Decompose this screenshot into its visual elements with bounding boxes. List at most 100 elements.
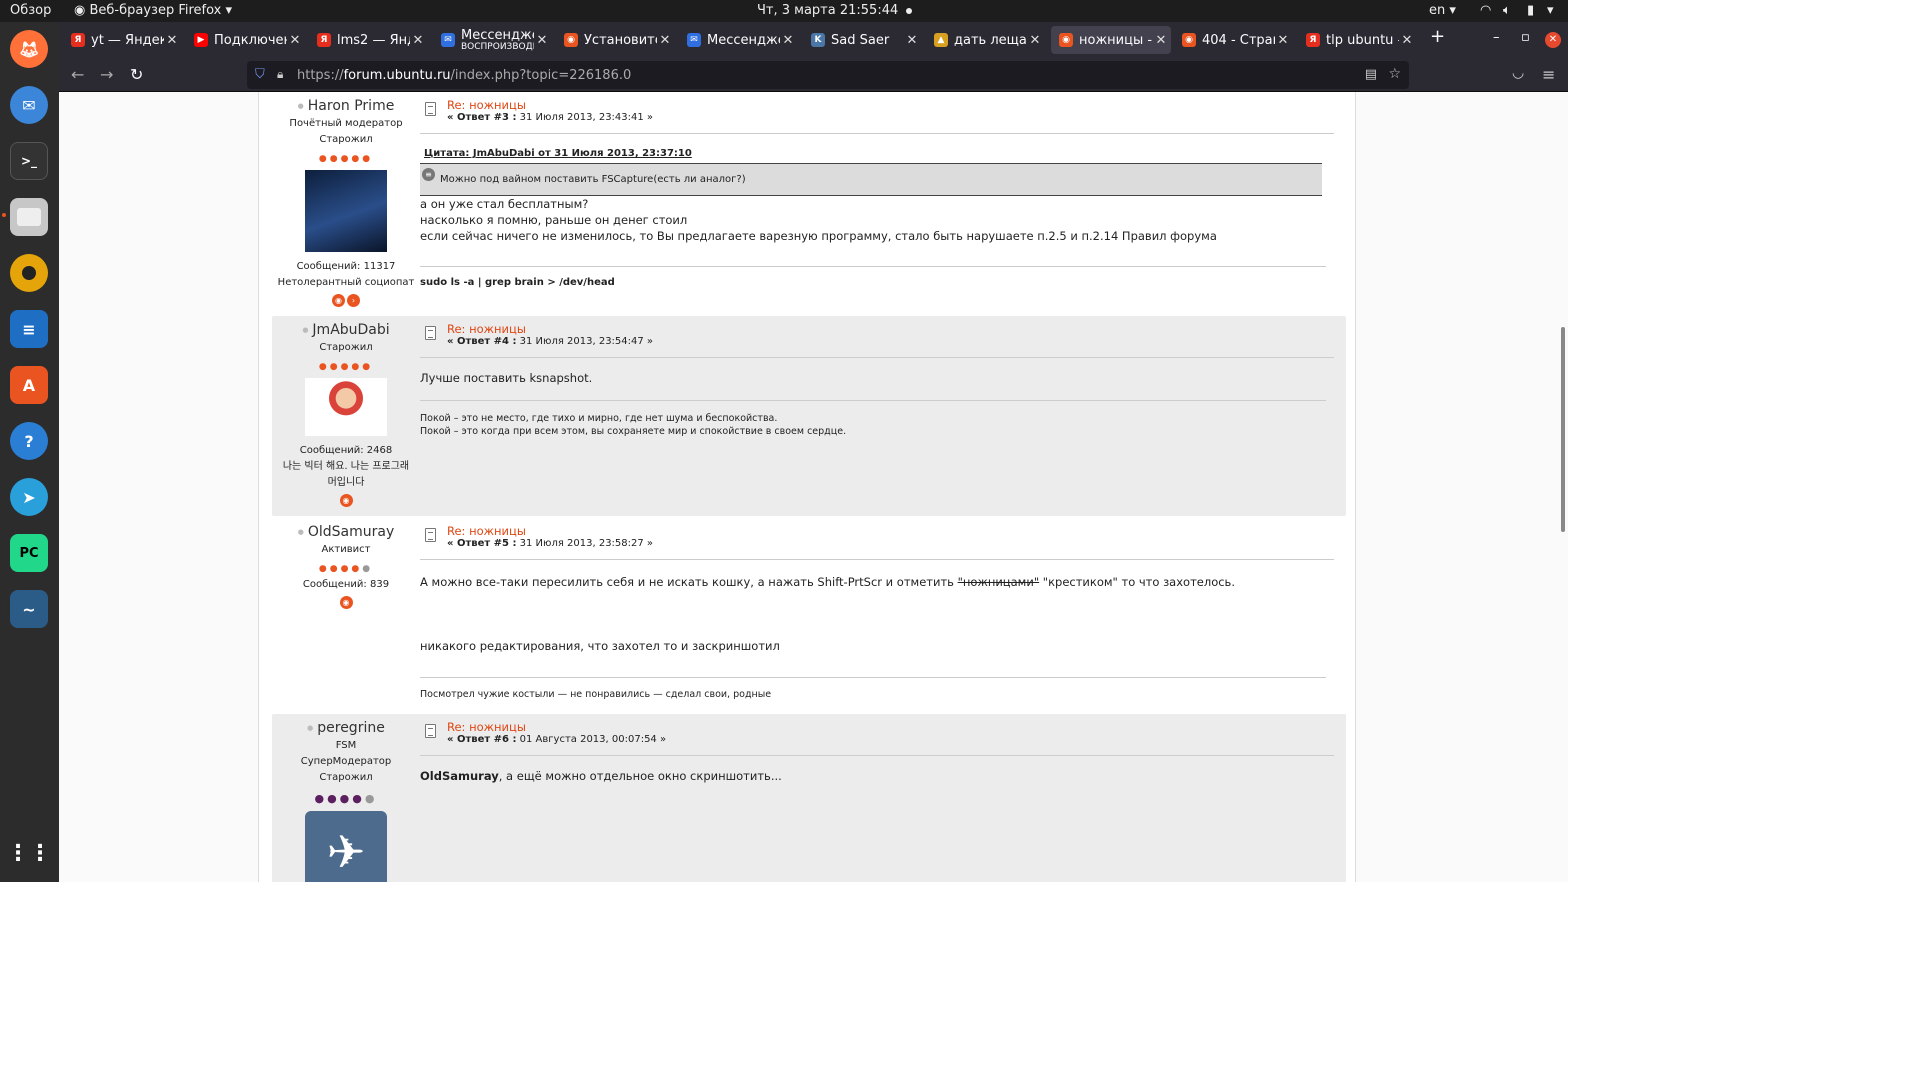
ubuntu-badge-icon[interactable]: ◉ xyxy=(332,294,345,307)
messenger-icon: ✉ xyxy=(441,33,455,47)
close-tab-icon[interactable]: ✕ xyxy=(1027,33,1043,48)
close-tab-icon[interactable]: ✕ xyxy=(904,33,920,48)
close-tab-icon[interactable]: ✕ xyxy=(1275,33,1291,48)
firefox-icon[interactable]: 🦊︎ xyxy=(10,30,48,68)
ubuntu-badge-icon[interactable]: ◉ xyxy=(339,494,353,507)
battery-icon[interactable]: ▮ xyxy=(1527,3,1534,18)
personal-text: 머입니다 xyxy=(327,477,365,488)
avatar[interactable] xyxy=(305,170,387,252)
poster-rank: Активист xyxy=(321,544,371,555)
poster-info: OldSamuray Активист ●●●●● Сообщений: 839 ◉ xyxy=(272,518,420,609)
app-menu[interactable]: ◉ Веб-браузер Firefox ▾ xyxy=(74,3,232,18)
rank-stars-filled: ●●●● xyxy=(314,792,365,805)
poster-name[interactable]: JmAbuDabi xyxy=(272,322,420,338)
tab-5[interactable]: ◉ Установите и✕ xyxy=(556,26,675,54)
tab-7[interactable]: K Sad Saer ✕ xyxy=(803,26,922,54)
dock: 🦊︎ ✉ >_ ≡ A ? ➤ PC ~ ⋮⋮ xyxy=(0,22,59,882)
post-body: Re: ножницы « Ответ #5 : 31 Июля 2013, 23… xyxy=(420,518,1334,701)
close-window-icon[interactable]: ✕ xyxy=(1545,32,1561,48)
post-date: 31 Июля 2013, 23:58:27 » xyxy=(519,538,654,549)
forum-post: peregrine FSM СуперМодератор Старожил ●●●●● ✈… xyxy=(272,714,1346,882)
pocket-icon[interactable]: ◡ xyxy=(1512,65,1524,81)
close-tab-icon[interactable]: ✕ xyxy=(410,33,426,48)
language-indicator[interactable]: en ▾ xyxy=(1429,3,1456,18)
ubuntu-icon: ◉ xyxy=(1059,33,1073,47)
menu-icon[interactable]: ≡ xyxy=(1542,65,1555,84)
reload-icon[interactable]: ↻ xyxy=(130,65,143,84)
tab-1[interactable]: Яyt — Яндекс: н✕ xyxy=(63,26,182,54)
yandex-icon: Я xyxy=(1306,33,1320,47)
minimize-icon[interactable]: – xyxy=(1493,30,1500,45)
tab-9[interactable]: ◉ ножницы - Ub✕ xyxy=(1051,26,1171,54)
close-tab-icon[interactable]: ✕ xyxy=(534,33,550,48)
personal-text: Нетолерантный социопат xyxy=(277,277,415,288)
tab-6[interactable]: ✉ Мессенджер✕ xyxy=(679,26,798,54)
close-tab-icon[interactable]: ✕ xyxy=(164,33,180,48)
wifi-icon[interactable]: ◠ xyxy=(1480,3,1491,18)
url-bar[interactable]: ⛉ 🔒︎ https://forum.ubuntu.ru/index.php?t… xyxy=(247,61,1409,89)
url-text[interactable]: https://forum.ubuntu.ru/index.php?topic=… xyxy=(297,68,631,83)
terminal-icon[interactable]: >_ xyxy=(10,142,48,180)
poster-name[interactable]: OldSamuray xyxy=(272,524,420,540)
close-tab-icon[interactable]: ✕ xyxy=(287,33,303,48)
tab-3[interactable]: Яlms2 — Яндекс✕ xyxy=(309,26,428,54)
post-title-link[interactable]: Re: ножницы xyxy=(447,524,526,538)
tab-10[interactable]: ◉ 404 - Страниц✕ xyxy=(1174,26,1293,54)
post-meta: « Ответ #5 : 31 Июля 2013, 23:58:27 » xyxy=(447,538,653,549)
system-menu-icon[interactable]: ▾ xyxy=(1547,3,1554,18)
mysql-workbench-icon[interactable]: ~ xyxy=(10,590,48,628)
post-header: Re: ножницы « Ответ #4 : 31 Июля 2013, 23… xyxy=(420,316,1334,358)
post-body: Re: ножницы « Ответ #6 : 01 Августа 2013,… xyxy=(420,714,1334,784)
tab-label: 404 - Страниц xyxy=(1202,32,1275,48)
activities-button[interactable]: Обзор xyxy=(10,3,51,18)
maximize-icon[interactable]: ▫ xyxy=(1521,30,1530,45)
tab-4[interactable]: ✉ МессенджерВОСПРОИЗВОДИТ✕ xyxy=(433,26,552,54)
navigation-toolbar: ← → ↻ ⛉ 🔒︎ https://forum.ubuntu.ru/index… xyxy=(59,58,1568,92)
writer-icon[interactable]: ≡ xyxy=(10,310,48,348)
tab-8[interactable]: ▲ дать леща сл✕ xyxy=(926,26,1045,54)
show-apps-icon[interactable]: ⋮⋮ xyxy=(7,834,51,872)
forward-icon[interactable]: → xyxy=(100,65,113,84)
close-tab-icon[interactable]: ✕ xyxy=(780,33,796,48)
post-body: Re: ножницы « Ответ #4 : 31 Июля 2013, 23… xyxy=(420,316,1334,438)
avatar[interactable] xyxy=(305,378,387,436)
close-tab-icon[interactable]: ✕ xyxy=(1153,33,1169,48)
system-top-bar: Обзор ◉ Веб-браузер Firefox ▾ Чт, 3 март… xyxy=(0,0,1568,22)
tracking-shield-icon[interactable]: ⛉ xyxy=(255,67,265,82)
signature: Покой – это не место, где тихо и мирно, … xyxy=(420,400,1326,438)
lock-icon[interactable]: 🔒︎ xyxy=(277,67,283,82)
post-title-link[interactable]: Re: ножницы xyxy=(447,98,526,112)
poster-name[interactable]: peregrine xyxy=(272,720,420,736)
thunderbird-icon[interactable]: ✉ xyxy=(10,86,48,124)
post-text: А можно все-таки пересилить себя и не ис… xyxy=(420,574,1334,590)
arrow-badge-icon[interactable]: › xyxy=(347,294,360,307)
post-title-link[interactable]: Re: ножницы xyxy=(447,720,526,734)
volume-icon[interactable]: 🔈︎ xyxy=(1503,3,1511,18)
reader-view-icon[interactable]: ▤ xyxy=(1365,67,1377,82)
clock[interactable]: Чт, 3 марта 21:55:44 xyxy=(757,3,913,18)
post-date: 31 Июля 2013, 23:54:47 » xyxy=(519,336,654,347)
bookmark-star-icon[interactable]: ☆ xyxy=(1388,66,1401,82)
page-scrollbar[interactable] xyxy=(1561,327,1565,532)
ubuntu-badge-icon[interactable]: ◉ xyxy=(339,596,353,609)
back-icon[interactable]: ← xyxy=(71,65,84,84)
app-center-icon[interactable]: A xyxy=(10,366,48,404)
tab-label: ножницы - Ub xyxy=(1079,32,1153,48)
quote-header-link[interactable]: Цитата: JmAbuDabi от 31 Июля 2013, 23:37… xyxy=(424,148,1334,159)
avatar[interactable]: ✈ xyxy=(305,811,387,882)
tab-11[interactable]: Яtlp ubuntu —✕ xyxy=(1298,26,1417,54)
poster-rank: Почётный модератор xyxy=(289,118,403,129)
close-tab-icon[interactable]: ✕ xyxy=(657,33,673,48)
tab-2[interactable]: ▶ Подключение✕ xyxy=(186,26,305,54)
poster-rank: FSM xyxy=(335,740,357,751)
files-icon[interactable] xyxy=(10,198,48,236)
post-title-link[interactable]: Re: ножницы xyxy=(447,322,526,336)
close-tab-icon[interactable]: ✕ xyxy=(1399,33,1415,48)
user-badges: ◉ xyxy=(272,494,420,507)
pycharm-icon[interactable]: PC xyxy=(10,534,48,572)
rhythmbox-icon[interactable] xyxy=(10,254,48,292)
telegram-icon[interactable]: ➤ xyxy=(10,478,48,516)
new-tab-icon[interactable]: + xyxy=(1430,26,1445,47)
help-icon[interactable]: ? xyxy=(10,422,48,460)
poster-name[interactable]: Haron Prime xyxy=(272,98,420,114)
